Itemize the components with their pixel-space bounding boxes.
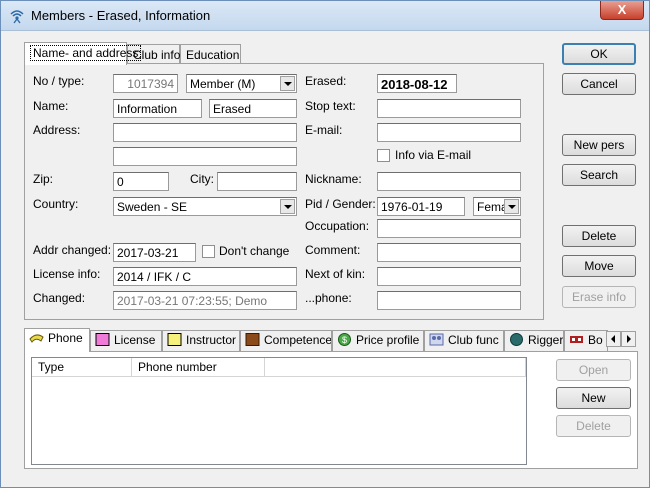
kin-phone-field[interactable] [377,291,521,310]
comment-field[interactable] [377,243,521,262]
svg-text:$: $ [342,335,347,345]
changed-label: Changed: [33,291,86,305]
title-bar[interactable]: Members - Erased, Information X [1,1,649,31]
occupation-field[interactable] [377,219,521,238]
tab-club-func[interactable]: Club func [424,330,504,351]
tab-price-profile[interactable]: $ Price profile [332,330,424,351]
tab-scroll-arrows [606,331,636,350]
erased-label: Erased: [305,74,347,88]
phone-list[interactable]: Type Phone number [31,357,527,465]
license-info-field[interactable]: 2014 / IFK / C [113,267,297,286]
stop-text-label: Stop text: [305,99,356,113]
cancel-button[interactable]: Cancel [562,73,636,95]
tab-license[interactable]: License [90,330,162,351]
search-button[interactable]: Search [562,164,636,186]
price-icon: $ [338,333,351,346]
members-window: Members - Erased, Information X Name- an… [0,0,650,488]
addr-changed-field[interactable]: 2017-03-21 [113,243,196,262]
dont-change-label: Don't change [219,244,290,258]
ok-button[interactable]: OK [562,43,636,65]
close-button[interactable]: X [600,1,644,20]
license-icon [95,333,110,346]
new-phone-button[interactable]: New [556,387,631,409]
pid-gender-label: Pid / Gender: [305,197,376,211]
zip-field[interactable]: 0 [113,172,169,191]
next-of-kin-label: Next of kin: [305,267,366,281]
chevron-down-icon[interactable] [504,199,519,214]
next-of-kin-field[interactable] [377,267,521,286]
tab-phone[interactable]: Phone [24,328,90,352]
dont-change-checkbox[interactable] [202,245,215,258]
license-info-label: License info: [33,267,101,281]
dialog-client: Name- and address Club info Education No… [8,32,644,482]
name-address-panel: No / type: 1017394 Member (M) Name: Info… [24,63,544,320]
nickname-field[interactable] [377,172,521,191]
column-header-type[interactable]: Type [32,358,132,377]
changed-field: 2017-03-21 07:23:55; Demo [113,291,297,310]
competence-icon [245,333,260,346]
window-title: Members - Erased, Information [31,8,211,23]
country-select[interactable]: Sweden - SE [113,197,297,216]
city-label: City: [190,172,214,186]
tab-bo[interactable]: Bo [564,330,608,351]
address-line1-field[interactable] [113,123,297,142]
delete-phone-button[interactable]: Delete [556,415,631,437]
tab-rigger[interactable]: Rigger [504,330,564,351]
kin-phone-label: ...phone: [305,291,352,305]
erase-info-button[interactable]: Erase info [562,286,636,308]
tab-name-and-address[interactable]: Name- and address [24,42,142,65]
address-line2-field[interactable] [113,147,297,166]
nickname-label: Nickname: [305,172,362,186]
scroll-left-icon[interactable] [606,331,621,347]
zip-label: Zip: [33,172,54,186]
rigger-icon [510,333,523,346]
column-header-filler [265,358,526,377]
last-name-field[interactable]: Erased [209,99,297,118]
info-via-email-checkbox[interactable] [377,149,390,162]
tab-instructor[interactable]: Instructor [162,330,240,351]
new-pers-button[interactable]: New pers [562,134,636,156]
pid-field[interactable]: 1976-01-19 [377,197,465,216]
column-header-phone-number[interactable]: Phone number [132,358,265,377]
bo-icon [570,336,583,343]
club-func-icon [429,333,444,346]
member-type-select[interactable]: Member (M) [186,74,297,93]
name-label: Name: [33,99,69,113]
delete-button[interactable]: Delete [562,225,636,247]
city-field[interactable] [217,172,297,191]
member-no-field[interactable]: 1017394 [113,74,178,93]
tab-education[interactable]: Education [180,44,241,64]
first-name-field[interactable]: Information [113,99,202,118]
occupation-label: Occupation: [305,219,370,233]
move-button[interactable]: Move [562,255,636,277]
erased-date-field[interactable]: 2018-08-12 [377,74,457,93]
address-label: Address: [33,123,81,137]
phone-icon [29,334,44,343]
close-icon: X [617,2,627,17]
country-label: Country: [33,197,79,211]
gender-select[interactable]: Fema [473,197,521,216]
open-button[interactable]: Open [556,359,631,381]
app-icon [10,10,24,24]
tab-competence[interactable]: Competence [240,330,332,351]
no-type-label: No / type: [33,74,85,88]
scroll-right-icon[interactable] [621,331,636,347]
chevron-down-icon[interactable] [280,199,295,214]
bottom-tab-strip: Phone License Instructor Competence $ Pri… [24,328,638,352]
info-via-email-label: Info via E-mail [395,148,472,162]
phone-panel: Type Phone number Open New Delete [24,351,638,469]
email-label: E-mail: [305,123,343,137]
comment-label: Comment: [305,243,361,257]
stop-text-field[interactable] [377,99,521,118]
email-field[interactable] [377,123,521,142]
chevron-down-icon[interactable] [280,76,295,91]
addr-changed-label: Addr changed: [33,243,112,257]
instructor-icon [167,333,182,346]
